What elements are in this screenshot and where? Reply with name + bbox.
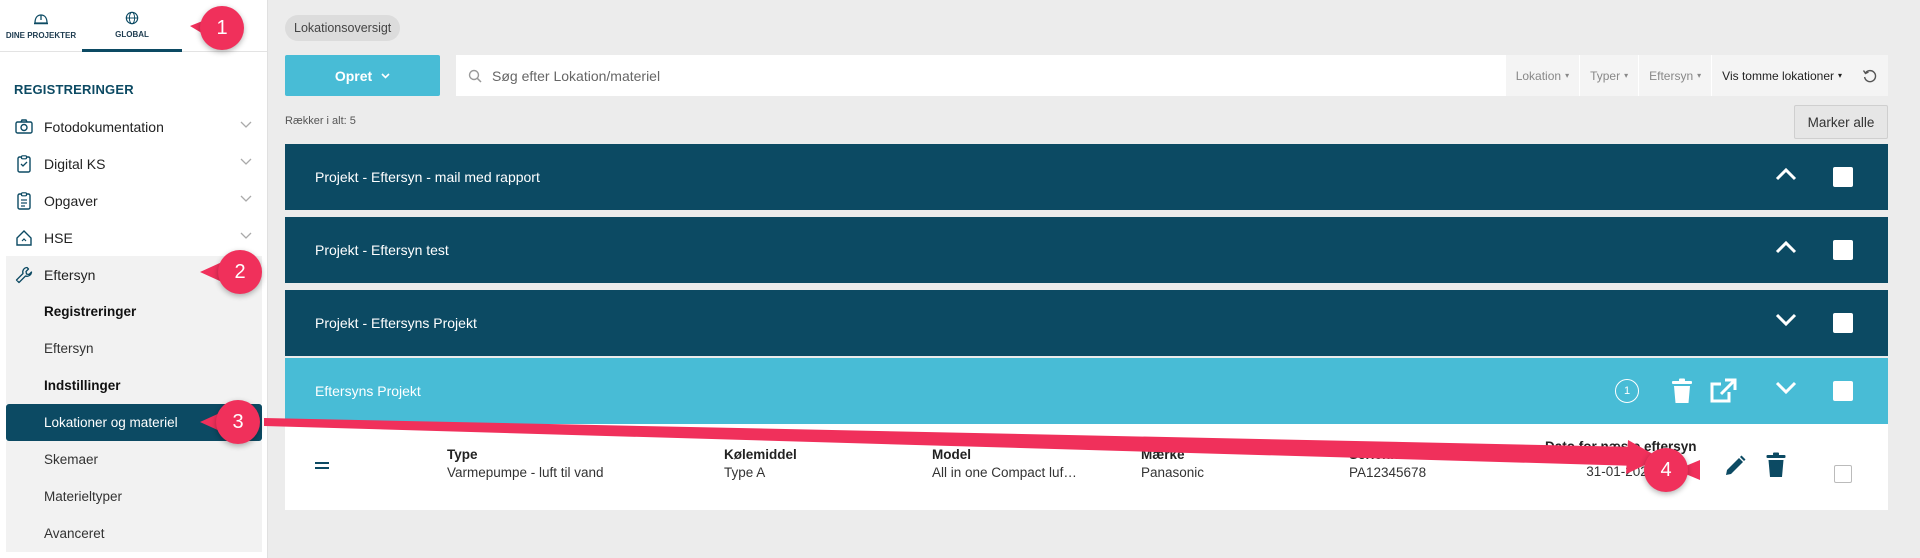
col-value: Type A [724, 465, 766, 480]
group-row[interactable]: Projekt - Eftersyn test [285, 217, 1888, 283]
col-value: Panasonic [1141, 465, 1205, 480]
opret-button[interactable]: Opret [285, 55, 440, 96]
group-checkbox[interactable] [1833, 313, 1853, 333]
group-title: Projekt - Eftersyn test [315, 242, 449, 258]
chevron-down-icon [240, 158, 252, 165]
group-title: Projekt - Eftersyn - mail med rapport [315, 169, 540, 185]
sidebar-item-hse[interactable]: HSE [0, 219, 268, 256]
sidebar-item-digital-ks[interactable]: Digital KS [0, 145, 268, 182]
group-row[interactable]: Projekt - Eftersyns Projekt [285, 290, 1888, 356]
clipboard-icon [17, 154, 31, 173]
group-checkbox[interactable] [1833, 167, 1853, 187]
col-value: Varmepumpe - luft til vand [447, 465, 604, 480]
caret-down-icon: ▾ [1697, 71, 1702, 80]
col-header: Mærke [1141, 447, 1185, 462]
subitem-indstillinger[interactable]: Indstillinger [6, 367, 262, 404]
search-bar: Lokation▾ Typer▾ Eftersyn▾ Vis tomme lok… [456, 55, 1888, 96]
subitem-skemaer[interactable]: Skemaer [6, 441, 262, 478]
camera-icon [15, 118, 33, 134]
col-value: PA12345678 [1349, 465, 1427, 480]
sidebar-item-label: HSE [44, 229, 73, 246]
tab-global[interactable]: GLOBAL [82, 0, 182, 52]
caret-down-icon: ▾ [1837, 71, 1842, 80]
filter-label: Vis tomme lokationer [1722, 68, 1834, 83]
trash-icon[interactable] [1766, 452, 1786, 478]
search-input[interactable] [492, 67, 1392, 84]
external-link-icon[interactable] [1709, 378, 1737, 404]
col-header: Kølemiddel [724, 447, 797, 462]
chevron-down-icon [240, 195, 252, 202]
sidebar-item-label: Eftersyn [44, 266, 96, 283]
sidebar-item-label: Opgaver [44, 192, 98, 209]
col-value: All in one Compact luf… [932, 465, 1077, 480]
trash-icon[interactable] [1671, 378, 1693, 404]
subitem-avanceret[interactable]: Avanceret [6, 515, 262, 552]
search-wrap [456, 55, 1505, 96]
sidebar-item-opgaver[interactable]: Opgaver [0, 182, 268, 219]
tab-dine-projekter[interactable]: DINE PROJEKTER [0, 0, 82, 52]
chevron-down-icon [240, 232, 252, 239]
col-header: Serienr. [1349, 447, 1399, 462]
search-icon [468, 69, 482, 83]
annotation-marker-4: 4 [1644, 448, 1688, 492]
caret-down-icon: ▾ [1624, 71, 1629, 80]
mark-all-button[interactable]: Marker alle [1794, 105, 1888, 139]
col-maerke: Mærke Panasonic [1141, 447, 1204, 480]
col-header: Model [932, 447, 971, 462]
group-checkbox[interactable] [1833, 240, 1853, 260]
helmet-icon [34, 14, 48, 25]
chevron-up-icon[interactable] [1775, 240, 1797, 254]
tab-dine-projekter-label: DINE PROJEKTER [5, 31, 77, 40]
sidebar-menu: Fotodokumentation Digital KS Opgaver HSE… [0, 108, 268, 552]
annotation-marker-3: 3 [216, 400, 260, 444]
sidebar-item-label: Digital KS [44, 155, 106, 172]
sidebar-item-fotodokumentation[interactable]: Fotodokumentation [0, 108, 268, 145]
group-title: Eftersyns Projekt [315, 383, 421, 399]
reset-icon [1862, 69, 1877, 82]
filter-lokation[interactable]: Lokation ▾ [1504, 55, 1580, 96]
group-row-expanded[interactable]: Eftersyns Projekt 1 [285, 358, 1888, 424]
col-kolemiddel: Kølemiddel Type A [724, 447, 797, 480]
clipboard-list-icon [17, 191, 31, 210]
row-checkbox[interactable] [1834, 465, 1852, 483]
count-badge: 1 [1615, 379, 1639, 403]
annotation-marker-1: 1 [200, 6, 244, 50]
filter-vis-tomme-lokationer[interactable]: Vis tomme lokationer ▾ [1711, 55, 1852, 96]
registreringer-heading: REGISTRERINGER [14, 82, 134, 97]
col-type: Type Varmepumpe - luft til vand [447, 447, 604, 480]
col-serienr: Serienr. PA12345678 [1349, 447, 1426, 480]
filter-label: Eftersyn [1649, 68, 1694, 83]
chevron-down-icon[interactable] [1775, 313, 1797, 327]
tab-global-label: GLOBAL [115, 29, 149, 39]
caret-down-icon: ▾ [1565, 71, 1570, 80]
pencil-icon[interactable] [1723, 454, 1747, 478]
filter-typer[interactable]: Typer ▾ [1579, 55, 1639, 96]
row-count: Rækker i alt: 5 [285, 115, 356, 127]
subitem-materieltyper[interactable]: Materieltyper [6, 478, 262, 515]
filter-eftersyn[interactable]: Eftersyn ▾ [1638, 55, 1712, 96]
group-title: Projekt - Eftersyns Projekt [315, 315, 477, 331]
group-checkbox[interactable] [1833, 381, 1853, 401]
sidebar-item-label: Fotodokumentation [44, 118, 164, 135]
col-model: Model All in one Compact luf… [932, 447, 1077, 480]
subitem-registreringer[interactable]: Registreringer [6, 293, 262, 330]
wrench-icon [15, 266, 33, 283]
chevron-down-icon [240, 121, 252, 128]
filter-label: Typer [1590, 68, 1621, 83]
filter-label: Lokation [1515, 68, 1562, 83]
house-icon [16, 229, 32, 246]
opret-label: Opret [334, 67, 373, 84]
annotation-marker-2: 2 [218, 250, 262, 294]
subitem-eftersyn[interactable]: Eftersyn [6, 330, 262, 367]
col-header: Type [447, 447, 478, 462]
chevron-down-icon [381, 72, 390, 79]
chevron-down-icon[interactable] [1775, 381, 1797, 395]
breadcrumb-chip: Lokationsoversigt [285, 15, 401, 41]
chevron-up-icon[interactable] [1775, 167, 1797, 181]
group-row[interactable]: Projekt - Eftersyn - mail med rapport [285, 144, 1888, 210]
globe-icon [125, 11, 139, 24]
drag-handle-icon[interactable] [315, 462, 329, 470]
reset-button[interactable] [1852, 55, 1888, 96]
